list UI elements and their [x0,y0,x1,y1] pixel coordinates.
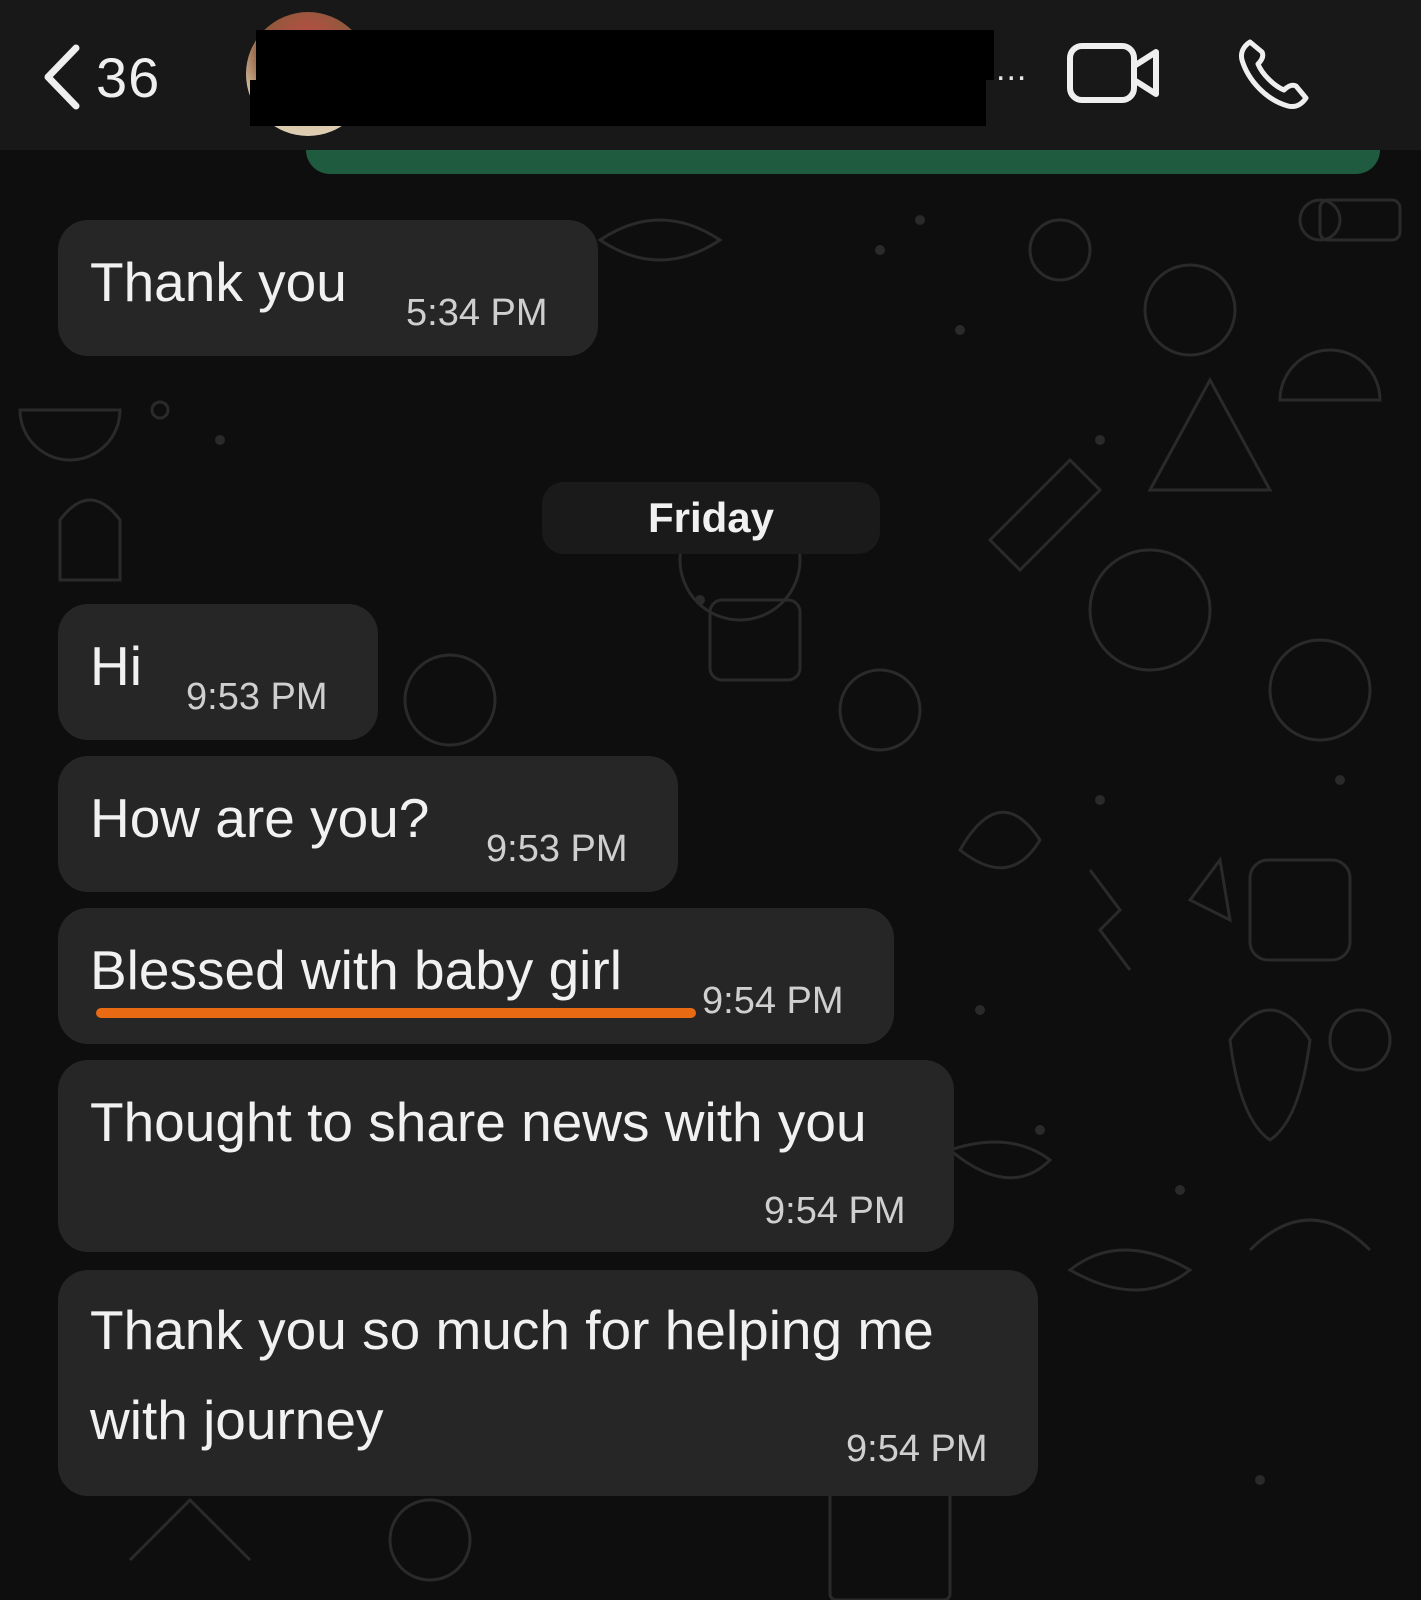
message-bubble[interactable]: Thank you 5:34 PM [58,220,598,356]
chevron-left-icon [44,44,80,110]
back-button[interactable]: 36 [40,42,160,112]
unread-count: 36 [96,45,161,109]
message-time: 9:53 PM [486,828,628,870]
message-text: Thought to share news with you [90,1091,867,1153]
redacted-contact-name [256,30,994,80]
video-camera-icon[interactable] [1066,40,1162,106]
message-time: 9:54 PM [764,1190,906,1232]
message-text-line-2: with journey [90,1389,384,1451]
message-text-line-1: Thank you so much for helping me [90,1299,934,1361]
previous-sent-message [306,150,1380,174]
phone-icon[interactable] [1236,36,1312,112]
message-bubble[interactable]: Thank you so much for helping me with jo… [58,1270,1038,1496]
message-bubble[interactable]: Thought to share news with you 9:54 PM [58,1060,954,1252]
message-time: 9:54 PM [846,1428,988,1470]
more-indicator: ... [996,50,1028,88]
message-time: 9:54 PM [702,980,844,1022]
message-time: 9:53 PM [186,676,328,718]
message-text: Thank you [90,251,347,313]
message-bubble[interactable]: How are you? 9:53 PM [58,756,678,892]
message-text: Hi [90,635,142,697]
message-text: How are you? [90,787,430,849]
text-highlight-underline [96,1008,696,1018]
message-time: 5:34 PM [406,292,548,334]
date-separator: Friday [542,482,880,554]
message-bubble[interactable]: Blessed with baby girl 9:54 PM [58,908,894,1044]
chat-header: 36 ... [0,0,1421,150]
message-text: Blessed with baby girl [90,939,622,1001]
redacted-contact-status [250,80,986,126]
message-bubble[interactable]: Hi 9:53 PM [58,604,378,740]
